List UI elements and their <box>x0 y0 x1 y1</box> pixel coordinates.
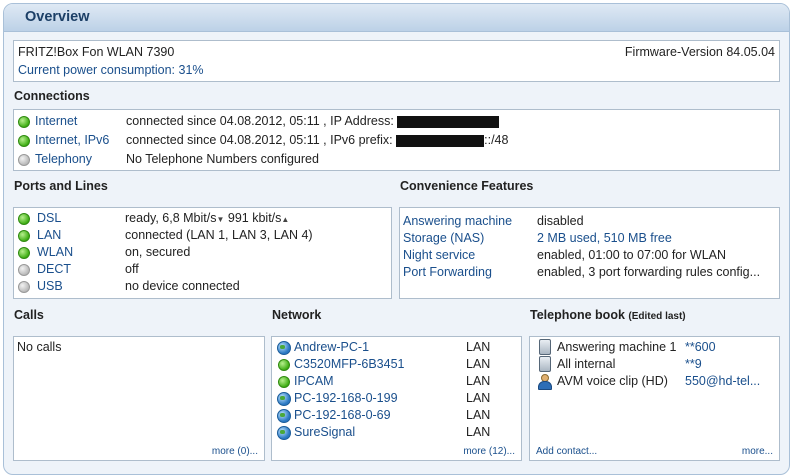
network-heading: Network <box>272 308 322 322</box>
network-box: Andrew-PC-1 LAN C3520MFP-6B3451 LAN IPCA… <box>271 336 522 461</box>
status-green-icon <box>18 247 30 259</box>
status-green-icon <box>18 230 30 242</box>
status-gray-icon <box>18 281 30 293</box>
calls-heading: Calls <box>14 308 44 322</box>
feature-answering-link[interactable]: Answering machine <box>403 213 512 229</box>
feature-portfwd-value: enabled, 3 port forwarding rules config.… <box>537 265 761 279</box>
globe-icon <box>277 426 291 440</box>
phonebook-box: Answering machine 1 **600 All internal *… <box>529 336 780 461</box>
port-lan-link[interactable]: LAN <box>37 227 61 243</box>
connection-status-text: connected since 04.08.2012, 05:11 <box>126 133 320 147</box>
network-device-type: LAN <box>466 340 491 354</box>
add-contact-link[interactable]: Add contact... <box>536 446 597 457</box>
network-device-type: LAN <box>466 408 491 422</box>
port-dect-status: off <box>125 262 139 276</box>
connection-internet-status: connected since 04.08.2012, 05:11 , IP A… <box>126 113 500 129</box>
status-green-icon <box>18 116 30 128</box>
network-device-link[interactable]: PC-192-168-0-69 <box>294 407 391 423</box>
feature-storage-value[interactable]: 2 MB used, 510 MB free <box>537 230 672 246</box>
page-title: Overview <box>25 9 90 25</box>
status-gray-icon <box>18 154 30 166</box>
network-device-type: LAN <box>466 425 491 439</box>
port-dect-link[interactable]: DECT <box>37 261 71 277</box>
contact-number-link[interactable]: 550@hd-tel... <box>685 373 760 389</box>
overview-titlebar: Overview <box>4 4 789 32</box>
redacted-prefix <box>396 134 485 147</box>
network-device-link[interactable]: IPCAM <box>294 373 334 389</box>
prefix-suffix: ::/48 <box>484 133 509 147</box>
connections-box: Internet connected since 04.08.2012, 05:… <box>13 109 780 171</box>
port-wlan-link[interactable]: WLAN <box>37 244 73 260</box>
network-device-link[interactable]: Andrew-PC-1 <box>294 339 369 355</box>
phonebook-title: Telephone book <box>530 308 625 322</box>
network-more-link[interactable]: more (12)... <box>463 446 515 457</box>
calls-more-link[interactable]: more (0)... <box>212 446 258 457</box>
device-name: FRITZ!Box Fon WLAN 7390 <box>18 45 175 59</box>
connection-telephony-status: No Telephone Numbers configured <box>126 152 319 166</box>
port-dsl-link[interactable]: DSL <box>37 210 61 226</box>
feature-night-link[interactable]: Night service <box>403 247 475 263</box>
contact-name: Answering machine 1 <box>557 340 677 354</box>
phonebook-subtitle: (Edited last) <box>628 311 686 322</box>
network-device-link[interactable]: PC-192-168-0-199 <box>294 390 398 406</box>
port-dsl-status: ready, 6,8 Mbit/s▼ 991 kbit/s▲ <box>125 210 289 226</box>
network-device-link[interactable]: C3520MFP-6B3451 <box>294 356 404 372</box>
redacted-ip <box>397 115 500 128</box>
contact-number-link[interactable]: **9 <box>685 356 702 372</box>
connection-telephony-link[interactable]: Telephony <box>35 151 92 167</box>
status-green-icon <box>18 213 30 225</box>
contact-number-link[interactable]: **600 <box>685 339 716 355</box>
overview-panel: Overview FRITZ!Box Fon WLAN 7390 Firmwar… <box>3 3 790 475</box>
person-icon <box>537 374 552 390</box>
port-lan-status: connected (LAN 1, LAN 3, LAN 4) <box>125 228 313 242</box>
network-device-type: LAN <box>466 374 491 388</box>
status-green-icon <box>278 359 290 371</box>
connection-ipv6-link[interactable]: Internet, IPv6 <box>35 132 109 148</box>
dsl-up-speed: 991 kbit/s <box>227 211 282 225</box>
port-wlan-status: on, secured <box>125 245 191 259</box>
convenience-heading: Convenience Features <box>400 179 534 193</box>
dsl-down-speed: ready, 6,8 Mbit/s <box>125 211 217 225</box>
connections-heading: Connections <box>14 89 90 103</box>
feature-storage-link[interactable]: Storage (NAS) <box>403 230 484 246</box>
phone-icon <box>539 356 551 372</box>
arrow-up-icon: ▲ <box>281 215 290 224</box>
device-info-box: FRITZ!Box Fon WLAN 7390 Firmware-Version… <box>13 40 780 82</box>
network-device-link[interactable]: SureSignal <box>294 424 355 440</box>
status-green-icon <box>18 135 30 147</box>
arrow-down-icon: ▼ <box>216 215 225 224</box>
feature-answering-value: disabled <box>537 214 584 228</box>
network-device-type: LAN <box>466 391 491 405</box>
phonebook-heading: Telephone book (Edited last) <box>530 308 686 322</box>
connection-ipv6-status: connected since 04.08.2012, 05:11 , IPv6… <box>126 132 508 148</box>
power-consumption-link[interactable]: Current power consumption: 31% <box>18 62 204 78</box>
phonebook-more-link[interactable]: more... <box>742 446 773 457</box>
contact-name: AVM voice clip (HD) <box>557 374 668 388</box>
connection-status-text: connected since 04.08.2012, 05:11 <box>126 114 320 128</box>
phone-icon <box>539 339 551 355</box>
ports-heading: Ports and Lines <box>14 179 108 193</box>
calls-empty-text: No calls <box>17 340 62 354</box>
calls-box: No calls more (0)... <box>13 336 265 461</box>
connection-ip-label: , IP Address: <box>323 114 394 128</box>
status-gray-icon <box>18 264 30 276</box>
port-usb-status: no device connected <box>125 279 240 293</box>
port-usb-link[interactable]: USB <box>37 278 63 294</box>
connection-prefix-label: , IPv6 prefix: <box>323 133 393 147</box>
connection-internet-link[interactable]: Internet <box>35 113 77 129</box>
network-device-type: LAN <box>466 357 491 371</box>
status-green-icon <box>278 376 290 388</box>
globe-icon <box>277 392 291 406</box>
firmware-version: Firmware-Version 84.05.04 <box>624 45 775 59</box>
feature-night-value: enabled, 01:00 to 07:00 for WLAN <box>537 248 727 262</box>
feature-portfwd-link[interactable]: Port Forwarding <box>403 264 492 280</box>
contact-name: All internal <box>557 357 616 371</box>
globe-icon <box>277 341 291 355</box>
globe-icon <box>277 409 291 423</box>
convenience-box: Answering machine disabled Storage (NAS)… <box>399 207 780 299</box>
ports-box: DSL ready, 6,8 Mbit/s▼ 991 kbit/s▲ LAN c… <box>13 207 392 299</box>
